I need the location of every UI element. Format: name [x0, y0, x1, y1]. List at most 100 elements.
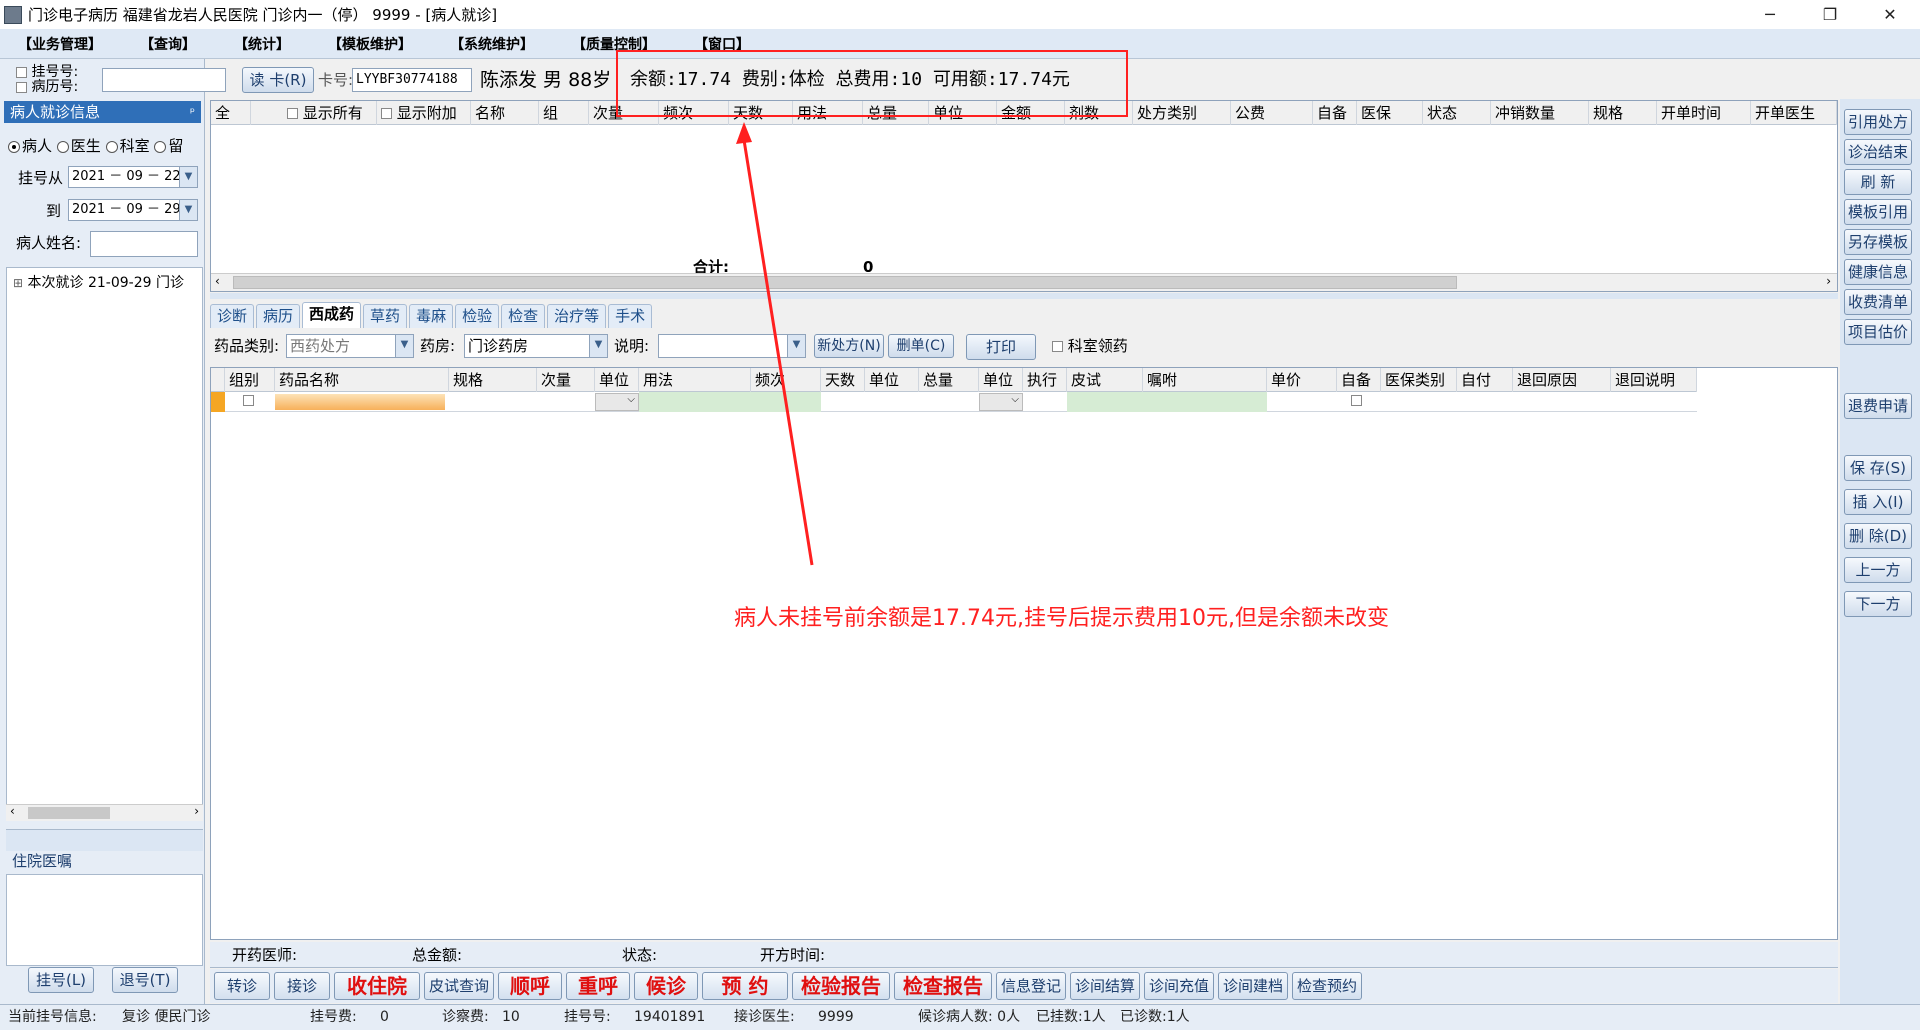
- radio-dept[interactable]: [105, 140, 118, 153]
- menu-template[interactable]: 【模板维护】: [328, 34, 412, 54]
- usage-cell[interactable]: [639, 392, 821, 412]
- note-select[interactable]: ▼: [658, 334, 806, 358]
- tab-diagnosis[interactable]: 诊断: [210, 304, 255, 328]
- chevron-down-icon[interactable]: ⌵: [1011, 394, 1019, 405]
- col-all[interactable]: 全: [211, 101, 251, 125]
- menu-stats[interactable]: 【统计】: [234, 34, 290, 54]
- tab-western-medicine[interactable]: 西成药: [302, 302, 362, 328]
- radio-doctor[interactable]: [56, 140, 69, 153]
- health-info-button[interactable]: 健康信息: [1844, 259, 1912, 285]
- record-no-checkbox[interactable]: [16, 81, 27, 93]
- template-cite-button[interactable]: 模板引用: [1844, 199, 1912, 225]
- group-checkbox[interactable]: [243, 395, 254, 406]
- accept-button[interactable]: 接诊: [274, 972, 330, 1000]
- menu-business[interactable]: 【业务管理】: [18, 34, 102, 54]
- clinic-settle-button[interactable]: 诊间结算: [1070, 972, 1140, 1000]
- tab-treatment[interactable]: 治疗等: [547, 304, 607, 328]
- reg-no-checkbox[interactable]: [16, 66, 27, 78]
- scroll-thumb[interactable]: [233, 276, 1457, 289]
- waiting-button[interactable]: 候诊: [634, 972, 698, 1000]
- appointment-button[interactable]: 预 约: [702, 972, 788, 1000]
- expand-icon[interactable]: ⊞: [13, 276, 23, 290]
- print-button[interactable]: 打印: [966, 334, 1036, 360]
- save-button[interactable]: 保 存(S): [1844, 455, 1912, 481]
- delete-prescription-button[interactable]: 删单(C): [888, 334, 954, 358]
- insert-button[interactable]: 插 入(I): [1844, 489, 1912, 515]
- chevron-down-icon[interactable]: ▼: [589, 335, 607, 357]
- chevron-down-icon[interactable]: ⌵: [627, 394, 635, 405]
- cite-prescription-button[interactable]: 引用处方: [1844, 109, 1912, 135]
- chevron-down-icon[interactable]: ▼: [787, 335, 805, 357]
- chevron-down-icon[interactable]: ▼: [179, 200, 197, 220]
- lab-report-button[interactable]: 检验报告: [792, 972, 890, 1000]
- refund-request-button[interactable]: 退费申请: [1844, 393, 1912, 419]
- finish-treatment-button[interactable]: 诊治结束: [1844, 139, 1912, 165]
- show-all-checkbox[interactable]: [287, 108, 298, 119]
- pharmacy-select[interactable]: 门诊药房 ▼: [464, 334, 608, 358]
- chevron-down-icon[interactable]: ▼: [179, 167, 197, 187]
- clinic-file-button[interactable]: 诊间建档: [1218, 972, 1288, 1000]
- tab-surgery[interactable]: 手术: [608, 304, 653, 328]
- reg-info-value: 复诊 便民门诊: [122, 1009, 211, 1025]
- radio-stay[interactable]: [154, 140, 167, 153]
- self-supply-checkbox[interactable]: [1351, 395, 1362, 406]
- restore-button[interactable]: ❐: [1800, 0, 1860, 29]
- tree-scrollbar[interactable]: ‹ ›: [6, 804, 203, 821]
- show-extra-checkbox[interactable]: [381, 108, 392, 119]
- admit-button[interactable]: 收住院: [334, 972, 420, 1000]
- estimate-button[interactable]: 项目估价: [1844, 319, 1912, 345]
- new-prescription-button[interactable]: 新处方(N): [814, 334, 884, 358]
- exam-report-button[interactable]: 检查报告: [894, 972, 992, 1000]
- close-button[interactable]: ✕: [1860, 0, 1920, 29]
- scroll-right-icon[interactable]: ›: [194, 804, 199, 818]
- tree-item[interactable]: ⊞ 本次就诊 21-09-29 门诊: [13, 272, 201, 292]
- col-show-all[interactable]: 显示所有: [283, 101, 377, 125]
- skin-test-cell[interactable]: [1067, 392, 1267, 412]
- clinic-recharge-button[interactable]: 诊间充值: [1144, 972, 1214, 1000]
- reg-no-input[interactable]: [102, 68, 226, 92]
- scroll-left-icon[interactable]: ‹: [10, 804, 15, 818]
- info-register-button[interactable]: 信息登记: [996, 972, 1066, 1000]
- next-prescription-button[interactable]: 下一方: [1844, 591, 1912, 617]
- drug-type-select[interactable]: 西药处方 ▼: [286, 334, 414, 358]
- delete-button[interactable]: 删 除(D): [1844, 523, 1912, 549]
- radio-patient[interactable]: [8, 140, 20, 153]
- dept-receive-checkbox[interactable]: [1052, 341, 1063, 352]
- to-date-picker[interactable]: 2021 － 09 － 29 ▼: [68, 199, 198, 221]
- tab-narcotics[interactable]: 毒麻: [409, 304, 454, 328]
- unit-dropdown[interactable]: ⌵: [595, 393, 639, 411]
- summary-grid-scrollbar[interactable]: ‹ ›: [211, 273, 1837, 291]
- tab-record[interactable]: 病历: [256, 304, 301, 328]
- unit3-dropdown[interactable]: ⌵: [979, 393, 1023, 411]
- table-row[interactable]: ⌵ ⌵: [211, 392, 1697, 412]
- scroll-right-icon[interactable]: ›: [1826, 274, 1831, 288]
- unregister-button[interactable]: 退号(T): [112, 967, 178, 993]
- recall-button[interactable]: 重呼: [566, 972, 630, 1000]
- tab-exam[interactable]: 检查: [501, 304, 546, 328]
- tab-lab[interactable]: 检验: [455, 304, 500, 328]
- transfer-button[interactable]: 转诊: [214, 972, 270, 1000]
- minimize-button[interactable]: ─: [1740, 0, 1800, 29]
- splitter[interactable]: [210, 293, 1838, 299]
- from-date-picker[interactable]: 2021 － 09 － 22 ▼: [68, 166, 198, 188]
- chevron-down-icon[interactable]: ▼: [395, 335, 413, 357]
- exam-booking-button[interactable]: 检查预约: [1292, 972, 1362, 1000]
- skin-test-query-button[interactable]: 皮试查询: [424, 972, 494, 1000]
- refresh-button[interactable]: 刷 新: [1844, 169, 1912, 195]
- card-no-field[interactable]: LYYBF30774188: [352, 68, 472, 92]
- patient-name-input[interactable]: [90, 231, 198, 257]
- drug-name-cell[interactable]: [275, 394, 445, 410]
- pin-icon[interactable]: ᵖ: [190, 101, 195, 123]
- fee-list-button[interactable]: 收费清单: [1844, 289, 1912, 315]
- tab-herbal[interactable]: 草药: [363, 304, 408, 328]
- scroll-thumb[interactable]: [28, 807, 110, 819]
- register-button[interactable]: 挂号(L): [28, 967, 94, 993]
- scroll-left-icon[interactable]: ‹: [215, 274, 220, 288]
- menu-query[interactable]: 【查询】: [140, 34, 196, 54]
- menu-system[interactable]: 【系统维护】: [450, 34, 534, 54]
- call-next-button[interactable]: 顺呼: [498, 972, 562, 1000]
- read-card-button[interactable]: 读 卡(R): [242, 67, 314, 93]
- save-template-button[interactable]: 另存模板: [1844, 229, 1912, 255]
- col-show-extra[interactable]: 显示附加: [377, 101, 471, 125]
- prev-prescription-button[interactable]: 上一方: [1844, 557, 1912, 583]
